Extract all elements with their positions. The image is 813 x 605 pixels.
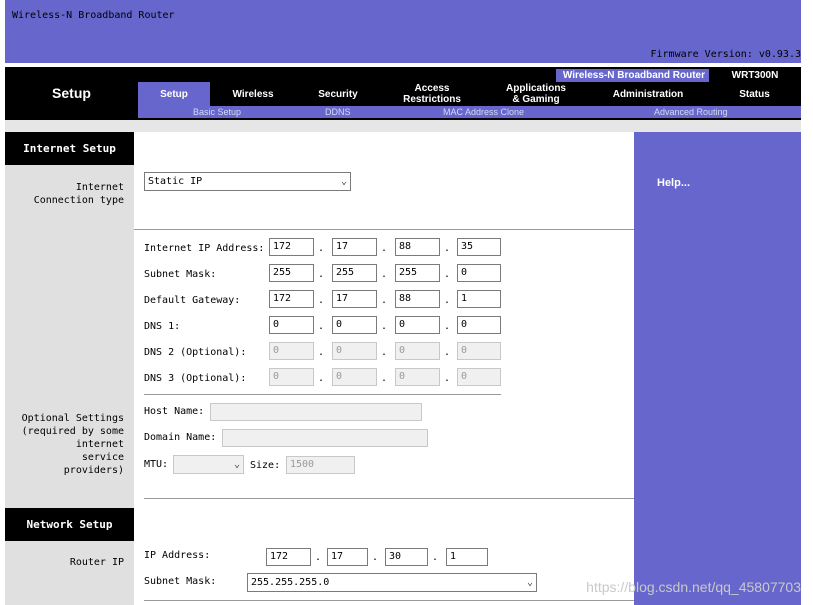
- dns2-octet-3[interactable]: 0: [395, 342, 440, 360]
- dns1-octet-2[interactable]: 0: [332, 316, 377, 334]
- size-label: Size:: [250, 460, 281, 471]
- dns2-octet-1[interactable]: 0: [269, 342, 314, 360]
- mtu-size-input[interactable]: 1500: [286, 456, 355, 474]
- dns1-octet-3[interactable]: 0: [395, 316, 440, 334]
- dns3-label: DNS 3 (Optional):: [144, 373, 247, 384]
- gateway-octet-4[interactable]: 1: [457, 290, 501, 308]
- subnet-mask-octet-1[interactable]: 255: [269, 264, 314, 282]
- product-title: Wireless-N Broadband Router: [12, 10, 175, 21]
- tab-wireless[interactable]: Wireless: [210, 82, 296, 106]
- tab-applications-gaming[interactable]: Applications & Gaming: [484, 82, 588, 106]
- tab-setup[interactable]: Setup: [138, 82, 210, 106]
- divider: [134, 229, 634, 230]
- router-ip-octet-4[interactable]: 1: [446, 548, 488, 566]
- dns3-octet-2[interactable]: 0: [332, 368, 377, 386]
- help-panel: [634, 132, 801, 605]
- spacer-band: [5, 120, 801, 132]
- dns3-octet-3[interactable]: 0: [395, 368, 440, 386]
- internet-ip-octet-3[interactable]: 88: [395, 238, 440, 256]
- subtab-strip: Basic Setup DDNS MAC Address Clone Advan…: [138, 106, 801, 118]
- chevron-down-icon: ⌄: [526, 577, 533, 588]
- subnet-mask-octet-3[interactable]: 255: [395, 264, 440, 282]
- router-ip-address-label: IP Address:: [144, 550, 211, 561]
- tab-status[interactable]: Status: [708, 82, 801, 106]
- domain-name-label: Domain Name:: [144, 432, 217, 443]
- gateway-octet-3[interactable]: 88: [395, 290, 440, 308]
- internet-ip-octet-1[interactable]: 172: [269, 238, 314, 256]
- gateway-octet-2[interactable]: 17: [332, 290, 377, 308]
- tab-access-restrictions[interactable]: Access Restrictions: [380, 82, 484, 106]
- divider: [144, 498, 634, 499]
- help-link[interactable]: Help...: [657, 177, 690, 189]
- router-ip-label: Router IP: [69, 557, 124, 568]
- subtab-ddns[interactable]: DDNS: [325, 106, 351, 118]
- internet-ip-octet-4[interactable]: 35: [457, 238, 501, 256]
- divider: [144, 600, 634, 601]
- router-ip-octet-1[interactable]: 172: [266, 548, 311, 566]
- tab-security[interactable]: Security: [296, 82, 380, 106]
- network-setup-heading: Network Setup: [5, 508, 134, 541]
- divider: [144, 394, 501, 395]
- section-title: Setup: [5, 68, 138, 118]
- domain-name-input[interactable]: [222, 429, 428, 447]
- subtab-mac-address-clone[interactable]: MAC Address Clone: [443, 106, 524, 118]
- tab-strip: Setup Wireless Security Access Restricti…: [138, 82, 801, 106]
- router-subnet-mask-label: Subnet Mask:: [144, 576, 217, 587]
- connection-type-label: Internet Connection type: [33, 182, 124, 206]
- firmware-version: Firmware Version: v0.93.3: [650, 49, 801, 60]
- subtab-advanced-routing[interactable]: Advanced Routing: [654, 106, 728, 118]
- router-ip-octet-2[interactable]: 17: [327, 548, 368, 566]
- subnet-mask-octet-4[interactable]: 0: [457, 264, 501, 282]
- subtab-basic-setup[interactable]: Basic Setup: [193, 106, 241, 118]
- router-ip-octet-3[interactable]: 30: [385, 548, 428, 566]
- mtu-select[interactable]: ⌄: [173, 455, 244, 474]
- subnet-mask-label: Subnet Mask:: [144, 269, 217, 280]
- tab-administration[interactable]: Administration: [588, 82, 708, 106]
- router-subnet-mask-value: 255.255.255.0: [251, 577, 330, 588]
- dns2-label: DNS 2 (Optional):: [144, 347, 247, 358]
- model-name: Wireless-N Broadband Router: [562, 70, 705, 81]
- dns3-octet-1[interactable]: 0: [269, 368, 314, 386]
- dns1-octet-4[interactable]: 0: [457, 316, 501, 334]
- default-gateway-label: Default Gateway:: [144, 295, 241, 306]
- watermark: https://blog.csdn.net/qq_45807703: [586, 579, 801, 595]
- connection-type-select[interactable]: Static IP ⌄: [144, 172, 351, 191]
- dns1-label: DNS 1:: [144, 321, 181, 332]
- router-subnet-mask-select[interactable]: 255.255.255.0 ⌄: [247, 573, 537, 592]
- optional-settings-label: Optional Settings (required by some inte…: [21, 413, 124, 476]
- dns2-octet-2[interactable]: 0: [332, 342, 377, 360]
- chevron-down-icon: ⌄: [340, 176, 347, 187]
- dns1-octet-1[interactable]: 0: [269, 316, 314, 334]
- subnet-mask-octet-2[interactable]: 255: [332, 264, 377, 282]
- host-name-label: Host Name:: [144, 406, 205, 417]
- dns3-octet-4[interactable]: 0: [457, 368, 501, 386]
- internet-ip-label: Internet IP Address:: [144, 243, 265, 254]
- model-number: WRT300N: [709, 69, 801, 82]
- mtu-label: MTU:: [144, 459, 169, 470]
- dns2-octet-4[interactable]: 0: [457, 342, 501, 360]
- internet-ip-octet-2[interactable]: 17: [332, 238, 377, 256]
- connection-type-value: Static IP: [148, 176, 203, 187]
- internet-setup-heading: Internet Setup: [5, 132, 134, 165]
- host-name-input[interactable]: [210, 403, 422, 421]
- gateway-octet-1[interactable]: 172: [269, 290, 314, 308]
- chevron-down-icon: ⌄: [233, 459, 240, 470]
